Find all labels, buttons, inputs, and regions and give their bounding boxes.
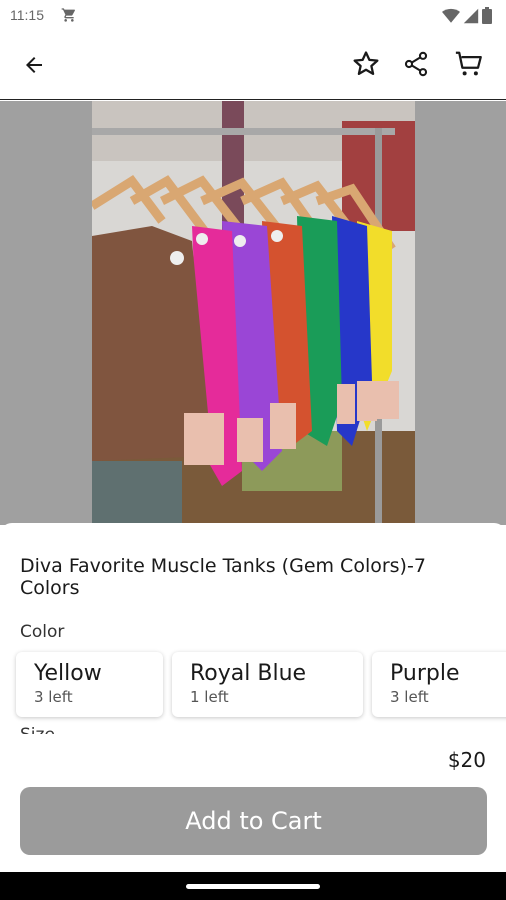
signal-icon <box>463 8 479 23</box>
shopping-cart-icon <box>61 8 75 22</box>
share-icon <box>404 51 428 77</box>
star-icon <box>353 51 379 75</box>
add-to-cart-button[interactable]: Add to Cart <box>20 787 487 855</box>
status-time: 11:15 <box>10 7 44 23</box>
variant-name: Purple <box>390 661 460 686</box>
size-label: Size <box>20 724 55 734</box>
variant-name: Royal Blue <box>190 661 307 686</box>
cart-button[interactable] <box>449 44 489 84</box>
back-button[interactable] <box>14 45 54 85</box>
product-image-area <box>0 101 506 525</box>
battery-icon <box>482 7 492 24</box>
variant-stock: 1 left <box>190 688 229 706</box>
variant-card-purple[interactable]: Purple 3 left <box>372 652 506 717</box>
product-title: Diva Favorite Muscle Tanks (Gem Colors)-… <box>20 555 426 599</box>
product-sheet: Diva Favorite Muscle Tanks (Gem Colors)-… <box>0 523 506 873</box>
price: $20 <box>447 748 486 772</box>
wifi-icon <box>442 8 460 23</box>
favorite-button[interactable] <box>346 44 386 84</box>
cart-icon <box>455 51 482 76</box>
variant-name: Yellow <box>34 661 102 686</box>
status-bar: 11:15 <box>0 0 506 32</box>
variant-stock: 3 left <box>34 688 73 706</box>
home-handle[interactable] <box>186 884 320 889</box>
scroll-divider <box>0 734 506 746</box>
variant-card-yellow[interactable]: Yellow 3 left <box>16 652 163 717</box>
variant-card-royal-blue[interactable]: Royal Blue 1 left <box>172 652 363 717</box>
product-image[interactable] <box>92 101 415 525</box>
variant-stock: 3 left <box>390 688 429 706</box>
back-arrow-icon <box>26 57 42 73</box>
app-bar <box>0 32 506 100</box>
color-label: Color <box>20 622 65 642</box>
system-nav-bar <box>0 872 506 900</box>
share-button[interactable] <box>396 44 436 84</box>
color-variant-list: Yellow 3 left Royal Blue 1 left Purple 3… <box>16 652 506 717</box>
